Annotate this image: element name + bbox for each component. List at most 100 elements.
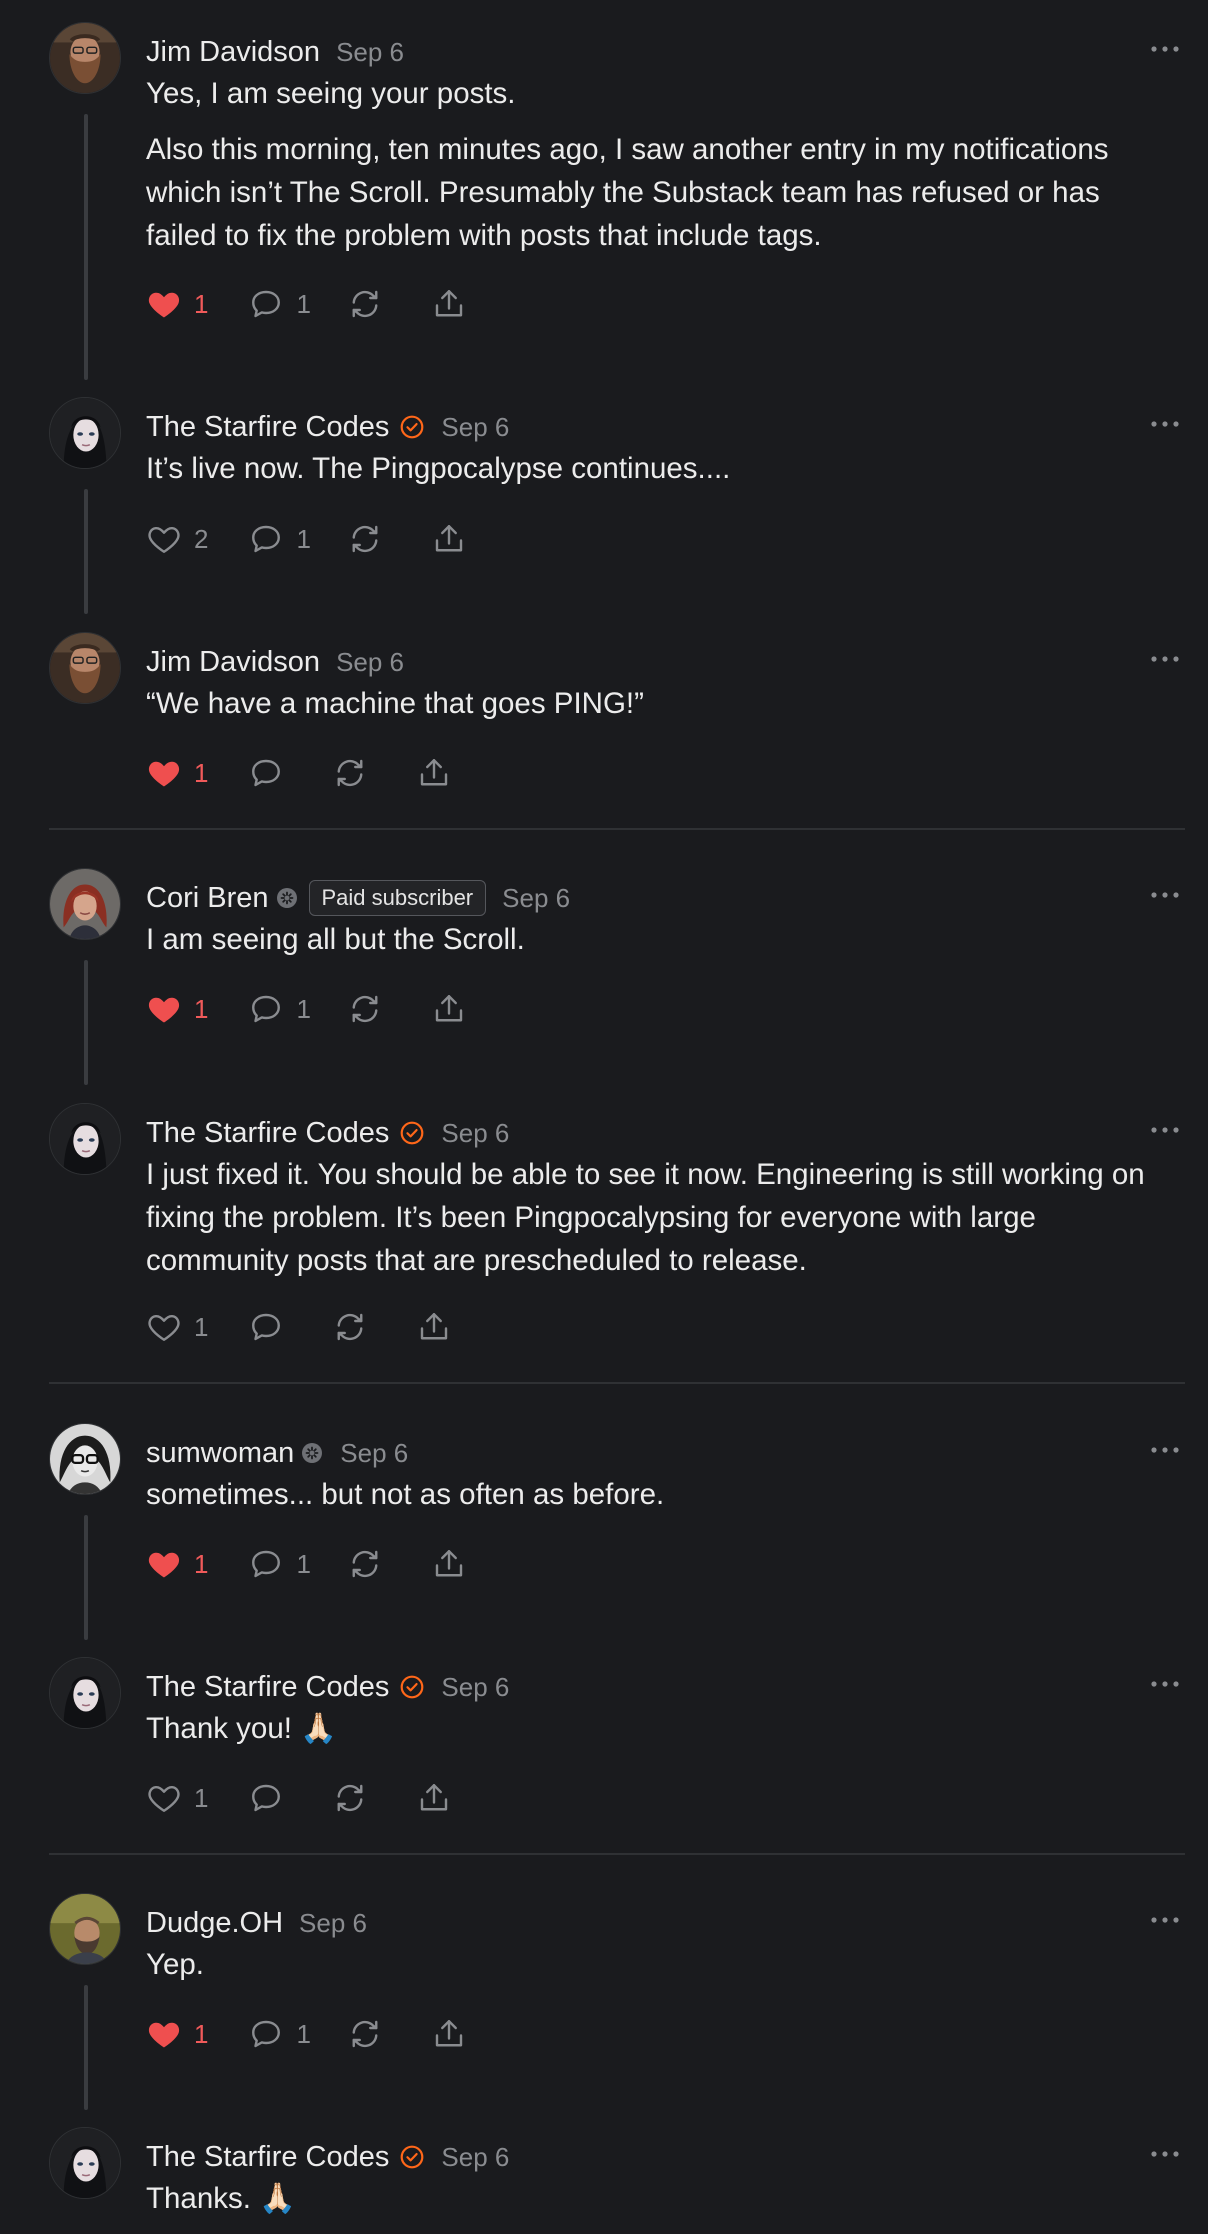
avatar[interactable] xyxy=(49,2127,121,2199)
restack-button[interactable] xyxy=(347,286,383,322)
like-button[interactable]: 1 xyxy=(146,1309,208,1345)
subscriber-icon xyxy=(300,1441,324,1465)
restack-button[interactable] xyxy=(332,1780,368,1816)
comment-date[interactable]: Sep 6 xyxy=(441,2142,509,2173)
share-icon xyxy=(416,755,452,791)
share-button[interactable] xyxy=(431,991,467,1027)
thread-divider xyxy=(49,828,1185,830)
comment-bubble-icon xyxy=(248,521,284,557)
more-options-icon[interactable] xyxy=(1150,652,1180,664)
comment-actions: 1 xyxy=(146,1307,452,1347)
author-name[interactable]: The Starfire Codes xyxy=(146,1117,389,1150)
restack-button[interactable] xyxy=(332,1309,368,1345)
avatar[interactable] xyxy=(49,868,121,940)
reply-button[interactable]: 1 xyxy=(248,991,311,1027)
comment-paragraph: Also this morning, ten minutes ago, I sa… xyxy=(146,133,1109,252)
more-options-icon[interactable] xyxy=(1150,1913,1180,1925)
share-button[interactable] xyxy=(416,755,452,791)
comment-date[interactable]: Sep 6 xyxy=(299,1908,367,1939)
like-button[interactable]: 2 xyxy=(146,521,208,557)
author-name[interactable]: Cori Bren xyxy=(146,882,269,915)
share-button[interactable] xyxy=(431,1546,467,1582)
reply-button[interactable] xyxy=(248,755,284,791)
share-icon xyxy=(431,991,467,1027)
restack-button[interactable] xyxy=(347,1546,383,1582)
author-name[interactable]: sumwoman xyxy=(146,1437,294,1470)
comment: The Starfire Codes Sep 6 I just fixed it… xyxy=(0,1103,1208,1383)
like-button[interactable]: 1 xyxy=(146,1780,208,1816)
author-name[interactable]: Jim Davidson xyxy=(146,646,320,679)
share-button[interactable] xyxy=(431,521,467,557)
avatar[interactable] xyxy=(49,632,121,704)
more-options-icon[interactable] xyxy=(1150,1123,1180,1135)
comment-body: I just fixed it. You should be able to s… xyxy=(146,1153,1171,1282)
like-count: 1 xyxy=(194,1548,209,1579)
more-options-icon[interactable] xyxy=(1150,417,1180,429)
comment-body: sometimes... but not as often as before. xyxy=(146,1473,1171,1516)
author-name[interactable]: The Starfire Codes xyxy=(146,411,389,444)
comment-header: The Starfire Codes Sep 6 xyxy=(146,1115,509,1151)
share-button[interactable] xyxy=(431,286,467,322)
avatar[interactable] xyxy=(49,1657,121,1729)
reply-button[interactable]: 1 xyxy=(248,2016,311,2052)
restack-button[interactable] xyxy=(332,755,368,791)
more-options-icon[interactable] xyxy=(1150,42,1180,54)
comment-actions: 1 xyxy=(146,753,452,793)
more-options-icon[interactable] xyxy=(1150,888,1180,900)
like-count: 2 xyxy=(194,523,209,554)
like-button[interactable]: 1 xyxy=(146,991,208,1027)
heart-filled-icon xyxy=(146,1546,182,1582)
author-name[interactable]: Jim Davidson xyxy=(146,36,320,69)
comment-date[interactable]: Sep 6 xyxy=(336,37,404,68)
comment-header: The Starfire Codes Sep 6 xyxy=(146,409,509,445)
comment-date[interactable]: Sep 6 xyxy=(441,1118,509,1149)
comment-date[interactable]: Sep 6 xyxy=(502,883,570,914)
share-button[interactable] xyxy=(416,1309,452,1345)
comment-bubble-icon xyxy=(248,1309,284,1345)
comment-date[interactable]: Sep 6 xyxy=(441,1672,509,1703)
restack-icon xyxy=(347,991,383,1027)
like-count: 1 xyxy=(194,2018,209,2049)
like-button[interactable]: 1 xyxy=(146,286,208,322)
avatar[interactable] xyxy=(49,1893,121,1965)
thread-divider xyxy=(49,1382,1185,1384)
comment-header: Cori Bren Paid subscriber Sep 6 xyxy=(146,880,570,916)
like-button[interactable]: 1 xyxy=(146,755,208,791)
more-options-icon[interactable] xyxy=(1150,1677,1180,1689)
like-button[interactable]: 1 xyxy=(146,2016,208,2052)
verified-check-icon xyxy=(399,1120,425,1146)
reply-button[interactable]: 1 xyxy=(248,1546,311,1582)
avatar[interactable] xyxy=(49,1423,121,1495)
like-count: 1 xyxy=(194,288,209,319)
avatar[interactable] xyxy=(49,22,121,94)
comment-thread: Jim Davidson Sep 6 Yes, I am seeing your… xyxy=(0,0,1208,2234)
restack-button[interactable] xyxy=(347,2016,383,2052)
comment-header: sumwoman Sep 6 xyxy=(146,1435,408,1471)
share-button[interactable] xyxy=(416,1780,452,1816)
restack-icon xyxy=(347,521,383,557)
reply-button[interactable]: 1 xyxy=(248,521,311,557)
comment-date[interactable]: Sep 6 xyxy=(441,412,509,443)
comment-body: It’s live now. The Pingpocalypse continu… xyxy=(146,447,1171,490)
comment-date[interactable]: Sep 6 xyxy=(336,647,404,678)
author-name[interactable]: The Starfire Codes xyxy=(146,2141,389,2174)
author-name[interactable]: Dudge.OH xyxy=(146,1907,283,1940)
avatar[interactable] xyxy=(49,397,121,469)
comment-paragraph: sometimes... but not as often as before. xyxy=(146,1478,665,1511)
share-button[interactable] xyxy=(431,2016,467,2052)
reply-button[interactable]: 1 xyxy=(248,286,311,322)
like-button[interactable]: 1 xyxy=(146,1546,208,1582)
more-options-icon[interactable] xyxy=(1150,1443,1180,1455)
restack-button[interactable] xyxy=(347,521,383,557)
avatar[interactable] xyxy=(49,1103,121,1175)
author-name[interactable]: The Starfire Codes xyxy=(146,1671,389,1704)
more-options-icon[interactable] xyxy=(1150,2147,1180,2159)
restack-button[interactable] xyxy=(347,991,383,1027)
heart-filled-icon xyxy=(146,286,182,322)
heart-filled-icon xyxy=(146,755,182,791)
reply-button[interactable] xyxy=(248,1309,284,1345)
thread-line xyxy=(84,489,88,614)
comment-date[interactable]: Sep 6 xyxy=(340,1438,408,1469)
heart-filled-icon xyxy=(146,991,182,1027)
reply-button[interactable] xyxy=(248,1780,284,1816)
